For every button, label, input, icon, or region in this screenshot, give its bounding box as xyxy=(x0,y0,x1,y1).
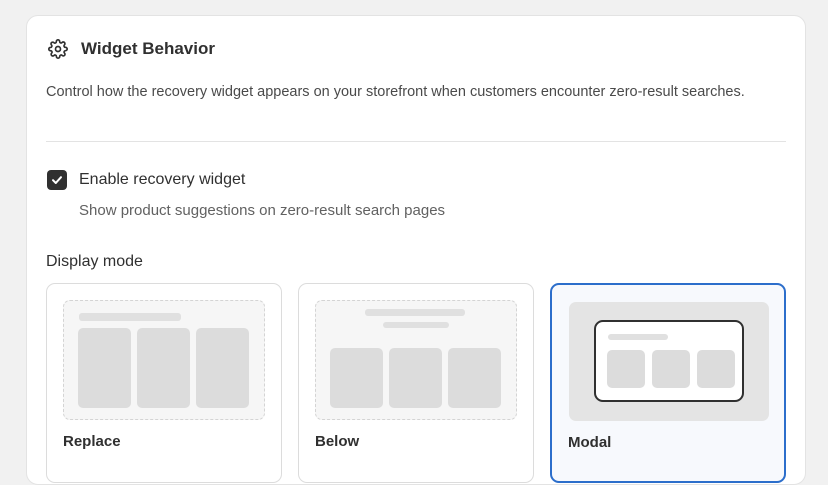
display-mode-option-title: Replace xyxy=(63,433,121,450)
display-mode-option-title: Below xyxy=(315,433,360,450)
section-description: Control how the recovery widget appears … xyxy=(46,84,745,100)
section-title: Widget Behavior xyxy=(81,39,215,58)
below-preview-illustration xyxy=(315,300,517,420)
display-mode-option-title: Modal xyxy=(568,434,612,451)
enable-widget-label[interactable]: Enable recovery widget xyxy=(79,171,245,189)
checkmark-icon xyxy=(52,176,62,184)
widget-behavior-card: Widget Behavior Control how the recovery… xyxy=(26,15,806,485)
modal-preview-illustration xyxy=(569,302,769,421)
replace-preview-illustration xyxy=(63,300,265,420)
display-mode-option-modal[interactable]: Modal xyxy=(550,283,786,483)
gear-icon xyxy=(47,38,69,60)
enable-widget-checkbox[interactable] xyxy=(47,170,67,190)
display-mode-option-replace[interactable]: Replace xyxy=(46,283,282,483)
enable-widget-help: Show product suggestions on zero-result … xyxy=(79,202,446,219)
section-header: Widget Behavior xyxy=(47,38,215,60)
modal-window-illustration xyxy=(594,320,744,402)
display-mode-label: Display mode xyxy=(46,253,143,270)
enable-widget-row[interactable]: Enable recovery widget xyxy=(47,170,245,190)
display-mode-option-below[interactable]: Below xyxy=(298,283,534,483)
divider xyxy=(46,141,786,142)
